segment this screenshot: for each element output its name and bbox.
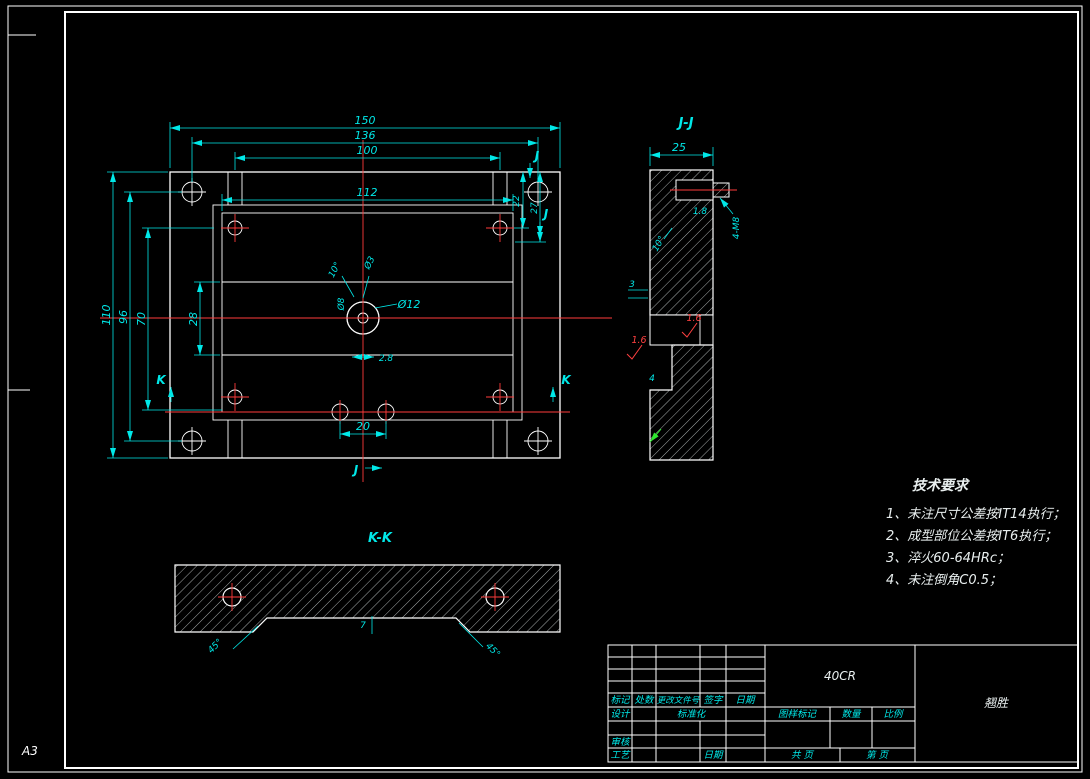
dim-d12: Ø12 [397, 298, 421, 311]
jj-groove [649, 314, 714, 346]
section-jj-title: J-J [675, 116, 693, 131]
col-sign-label: 签字 [703, 694, 724, 706]
cell-drawing-mark-label: 图样标记 [778, 708, 818, 720]
tech-requirement-item: 3、淬火60-64HRc； [886, 551, 1010, 566]
tech-requirement-item: 2、成型部位公差按IT6执行； [886, 528, 1057, 544]
outer-border [7, 5, 1083, 773]
corner-hole-tl [178, 178, 206, 206]
cell-qty-label: 数量 [841, 709, 862, 720]
roughness-value-b: 1.6 [631, 335, 646, 346]
dim-jj-1-8: 1.8 [693, 207, 708, 217]
dim-kk-45-right: 45° [483, 641, 501, 659]
sheet-size-label: A3 [21, 744, 38, 758]
dim-136: 136 [355, 129, 376, 142]
section-kk-title: K-K [368, 531, 393, 546]
col-count-label: 处数 [634, 695, 655, 706]
pocket-outer [212, 204, 523, 421]
row-date-label: 日期 [703, 750, 724, 761]
material-value: 40CR [824, 669, 856, 683]
dim-d8: Ø8 [336, 297, 347, 311]
jj-lower-block [649, 344, 714, 461]
dim-96: 96 [117, 310, 130, 324]
part-name-value: 翘胜 [984, 696, 1010, 710]
roughness-value-a: 1.6 [686, 313, 701, 324]
tech-requirements: 技术要求 1、未注尺寸公差按IT14执行； 2、成型部位公差按IT6执行； 3、… [886, 477, 1066, 588]
dim-70: 70 [135, 312, 148, 326]
col-mark-label: 标记 [610, 695, 631, 706]
cell-total-pages-label: 共 页 [791, 750, 815, 761]
roughness-check [626, 344, 643, 360]
tech-requirements-title: 技术要求 [912, 477, 970, 494]
dim-kk-45-left: 45° [206, 637, 224, 655]
dim-kk-7: 7 [360, 621, 366, 631]
dim-2-8: 2.8 [379, 354, 394, 364]
corner-hole-br [524, 427, 552, 455]
dim-jj-25: 25 [672, 141, 686, 154]
plate-outline [169, 171, 561, 459]
dim-150: 150 [355, 114, 376, 127]
row-design-label: 设计 [610, 709, 631, 720]
col-change-doc-label: 更改文件号 [657, 695, 700, 706]
dim-jj-4m8: 4-M8 [732, 216, 742, 239]
corner-hole-bl [178, 427, 206, 455]
dim-112: 112 [357, 186, 378, 199]
section-label-j-mid: J [542, 207, 549, 221]
cell-scale-label: 比例 [883, 709, 904, 720]
tech-requirement-item: 1、未注尺寸公差按IT14执行； [886, 507, 1066, 522]
dim-27: 27 [530, 202, 540, 214]
dim-jj-3: 3 [629, 280, 635, 290]
dim-100: 100 [357, 144, 378, 157]
main-view: 150 136 100 112 110 96 70 28 22 27 20 2.… [100, 114, 612, 482]
dim-20: 20 [356, 420, 370, 433]
row-process-label: 工艺 [610, 750, 631, 761]
main-geometry [169, 171, 561, 459]
section-label-k-right: K [561, 373, 572, 387]
cell-page-number-label: 第 页 [866, 749, 890, 761]
dim-d3: Ø3 [362, 254, 378, 272]
sheet-frame: A3 [7, 5, 1083, 773]
section-kk: K-K 45° 45° 7 [174, 531, 561, 660]
pocket-inner [221, 212, 514, 413]
dim-28: 28 [187, 312, 200, 326]
corner-hole-tr [524, 178, 552, 206]
section-label-j-bottom: J [352, 463, 359, 477]
dim-22: 22 [512, 195, 522, 207]
main-dimensions: 150 136 100 112 110 96 70 28 22 27 20 2.… [100, 114, 572, 477]
drawing-canvas[interactable]: A3 150 136 100 112 110 96 70 28 22 27 20… [0, 0, 1090, 779]
inner-border [64, 11, 1079, 769]
col-date-label: 日期 [735, 695, 756, 706]
section-jj: J-J 25 4-M8 1.8 10° 3 1.6 1.6 4 [626, 116, 742, 461]
section-label-k-left: K [156, 373, 167, 387]
row-standardize-label: 标准化 [677, 709, 707, 720]
row-check-label: 审核 [610, 736, 631, 748]
title-block: 标记 处数 更改文件号 签字 日期 设计 标准化 审核 工艺 日期 40CR 图… [607, 644, 1079, 763]
dim-taper: 10° [327, 261, 343, 280]
section-label-j-top: J [533, 149, 540, 163]
dim-110: 110 [100, 305, 113, 326]
dim-jj-4: 4 [649, 374, 655, 384]
tech-requirement-item: 4、未注倒角C0.5； [886, 573, 1002, 588]
